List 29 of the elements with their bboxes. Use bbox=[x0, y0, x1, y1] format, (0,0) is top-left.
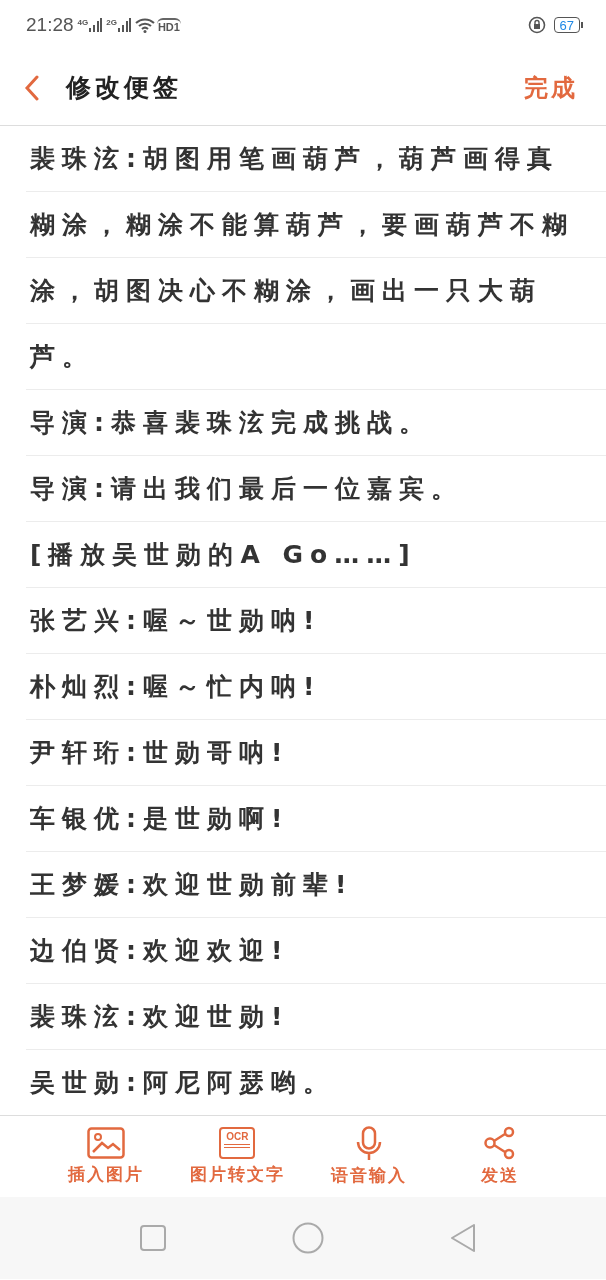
back-icon[interactable] bbox=[24, 74, 40, 101]
note-paragraph: 吴世勋:阿尼阿瑟哟。 bbox=[29, 1067, 336, 1099]
clock: 21:28 bbox=[26, 14, 74, 36]
note-paragraph: 边伯贤:欢迎欢迎! bbox=[29, 935, 291, 967]
voice-input-button[interactable]: 语音输入 bbox=[303, 1116, 435, 1197]
back-icon[interactable] bbox=[450, 1223, 476, 1253]
done-button[interactable]: 完成 bbox=[524, 71, 578, 104]
battery-icon: 67 bbox=[553, 17, 580, 33]
note-paragraph: 车银优:是世勋啊! bbox=[29, 803, 291, 835]
note-paragraph: 尹轩珩:世勋哥呐! bbox=[29, 737, 291, 769]
microphone-icon bbox=[355, 1126, 382, 1160]
insert-image-button[interactable]: 插入图片 bbox=[40, 1116, 172, 1197]
wifi-icon bbox=[134, 17, 155, 33]
note-paragraph: 裴珠泫:胡图用笔画葫芦，葫芦画得真糊涂，糊涂不能算葫芦，要画葫芦不糊涂，胡图决心不糊涂，画出一只大葫芦。 bbox=[28, 143, 575, 373]
ocr-button[interactable]: OCR 图片转文字 bbox=[171, 1116, 303, 1197]
page-title: 修改便签 bbox=[66, 72, 183, 104]
note-paragraph: 裴珠泫:欢迎世勋! bbox=[29, 1001, 291, 1033]
home-icon[interactable] bbox=[292, 1222, 324, 1254]
note-paragraph: 张艺兴:喔～世勋呐! bbox=[29, 605, 323, 637]
rotation-lock-icon bbox=[527, 16, 546, 34]
note-paragraph: 导演:恭喜裴珠泫完成挑战。 bbox=[29, 407, 432, 439]
ocr-icon: OCR bbox=[219, 1127, 256, 1159]
note-paragraph: [播放吴世勋的A Go……] bbox=[29, 539, 418, 571]
note-paragraph: 朴灿烈:喔～忙内呐! bbox=[28, 671, 323, 703]
image-icon bbox=[86, 1127, 125, 1159]
note-paragraph: 王梦媛:欢迎世勋前辈! bbox=[29, 869, 355, 901]
recent-apps-icon[interactable] bbox=[140, 1225, 166, 1251]
note-paragraph: 导演:请出我们最后一位嘉宾。 bbox=[29, 473, 464, 505]
send-button[interactable]: 发送 bbox=[434, 1116, 566, 1197]
